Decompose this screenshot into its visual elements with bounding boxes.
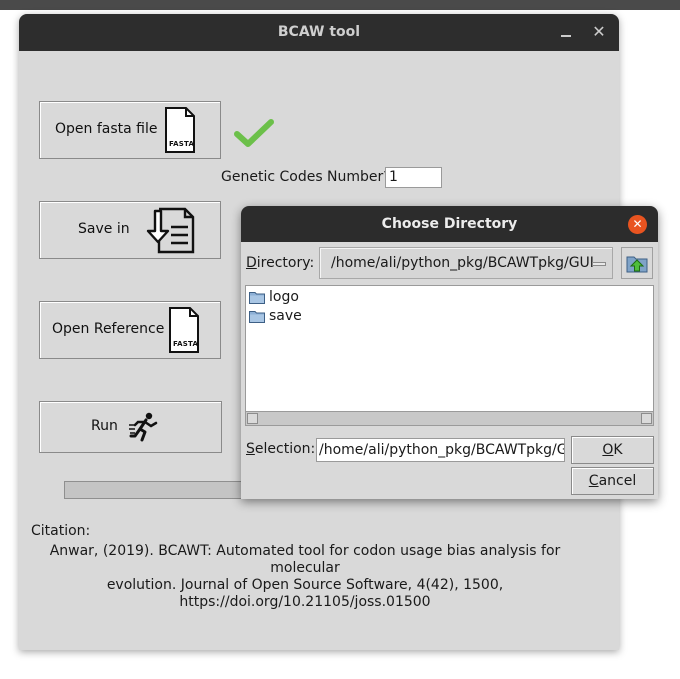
checkmark-icon: [234, 119, 274, 147]
save-document-icon: [146, 207, 195, 254]
directory-combobox[interactable]: /home/ali/python_pkg/BCAWTpkg/GUI: [319, 247, 613, 279]
genetic-codes-label: Genetic Codes Number?: [221, 169, 391, 185]
selection-input[interactable]: /home/ali/python_pkg/BCAWTpkg/GUI: [316, 438, 565, 462]
dialog-title: Choose Directory: [381, 216, 518, 232]
running-man-icon: [129, 412, 158, 442]
ok-button[interactable]: OK: [571, 436, 654, 464]
open-fasta-label: Open fasta file: [55, 121, 158, 137]
directory-value: /home/ali/python_pkg/BCAWTpkg/GUI: [331, 255, 594, 271]
scroll-left-arrow-icon[interactable]: [247, 413, 258, 424]
open-fasta-button[interactable]: Open fasta file FASTA: [39, 101, 221, 159]
list-item-label: save: [269, 308, 302, 324]
parent-directory-button[interactable]: [621, 247, 653, 279]
window-title: BCAW tool: [277, 24, 361, 40]
run-label: Run: [91, 418, 118, 434]
save-in-button[interactable]: Save in: [39, 201, 221, 259]
run-button[interactable]: Run: [39, 401, 222, 453]
genetic-codes-input[interactable]: 1: [385, 167, 442, 188]
fasta-icon-text: FASTA: [169, 140, 195, 148]
folder-up-icon: [626, 256, 648, 273]
open-reference-button[interactable]: Open Reference FASTA: [39, 301, 221, 359]
combobox-indicator-icon: [592, 262, 606, 266]
list-item-label: logo: [269, 289, 299, 305]
open-reference-label: Open Reference: [52, 321, 165, 337]
desktop-top-bar: [0, 0, 680, 10]
directory-list[interactable]: logo save: [245, 285, 654, 426]
choose-directory-dialog: Choose Directory ✕ Directory: /home/ali/…: [241, 206, 658, 499]
reference-icon-text: FASTA: [173, 340, 199, 348]
directory-label: Directory:: [246, 255, 315, 271]
citation-text: Anwar, (2019). BCAWT: Automated tool for…: [29, 543, 581, 611]
citation-heading: Citation:: [31, 523, 91, 539]
minimize-icon[interactable]: [559, 20, 573, 44]
folder-icon: [249, 311, 265, 323]
cancel-button[interactable]: Cancel: [571, 467, 654, 495]
dialog-titlebar[interactable]: Choose Directory ✕: [241, 206, 658, 242]
citation-line-1: Anwar, (2019). BCAWT: Automated tool for…: [49, 543, 561, 576]
save-in-label: Save in: [78, 221, 130, 237]
selection-label: Selection:: [246, 441, 316, 457]
citation-line-2: evolution. Journal of Open Source Softwa…: [106, 577, 504, 593]
citation-line-3: https://doi.org/10.21105/joss.01500: [179, 594, 431, 610]
main-titlebar[interactable]: BCAW tool ✕: [19, 14, 619, 51]
horizontal-scrollbar[interactable]: [246, 411, 653, 425]
dialog-close-icon[interactable]: ✕: [628, 215, 647, 234]
scroll-right-arrow-icon[interactable]: [641, 413, 652, 424]
close-icon[interactable]: ✕: [591, 22, 607, 42]
folder-icon: [249, 292, 265, 304]
